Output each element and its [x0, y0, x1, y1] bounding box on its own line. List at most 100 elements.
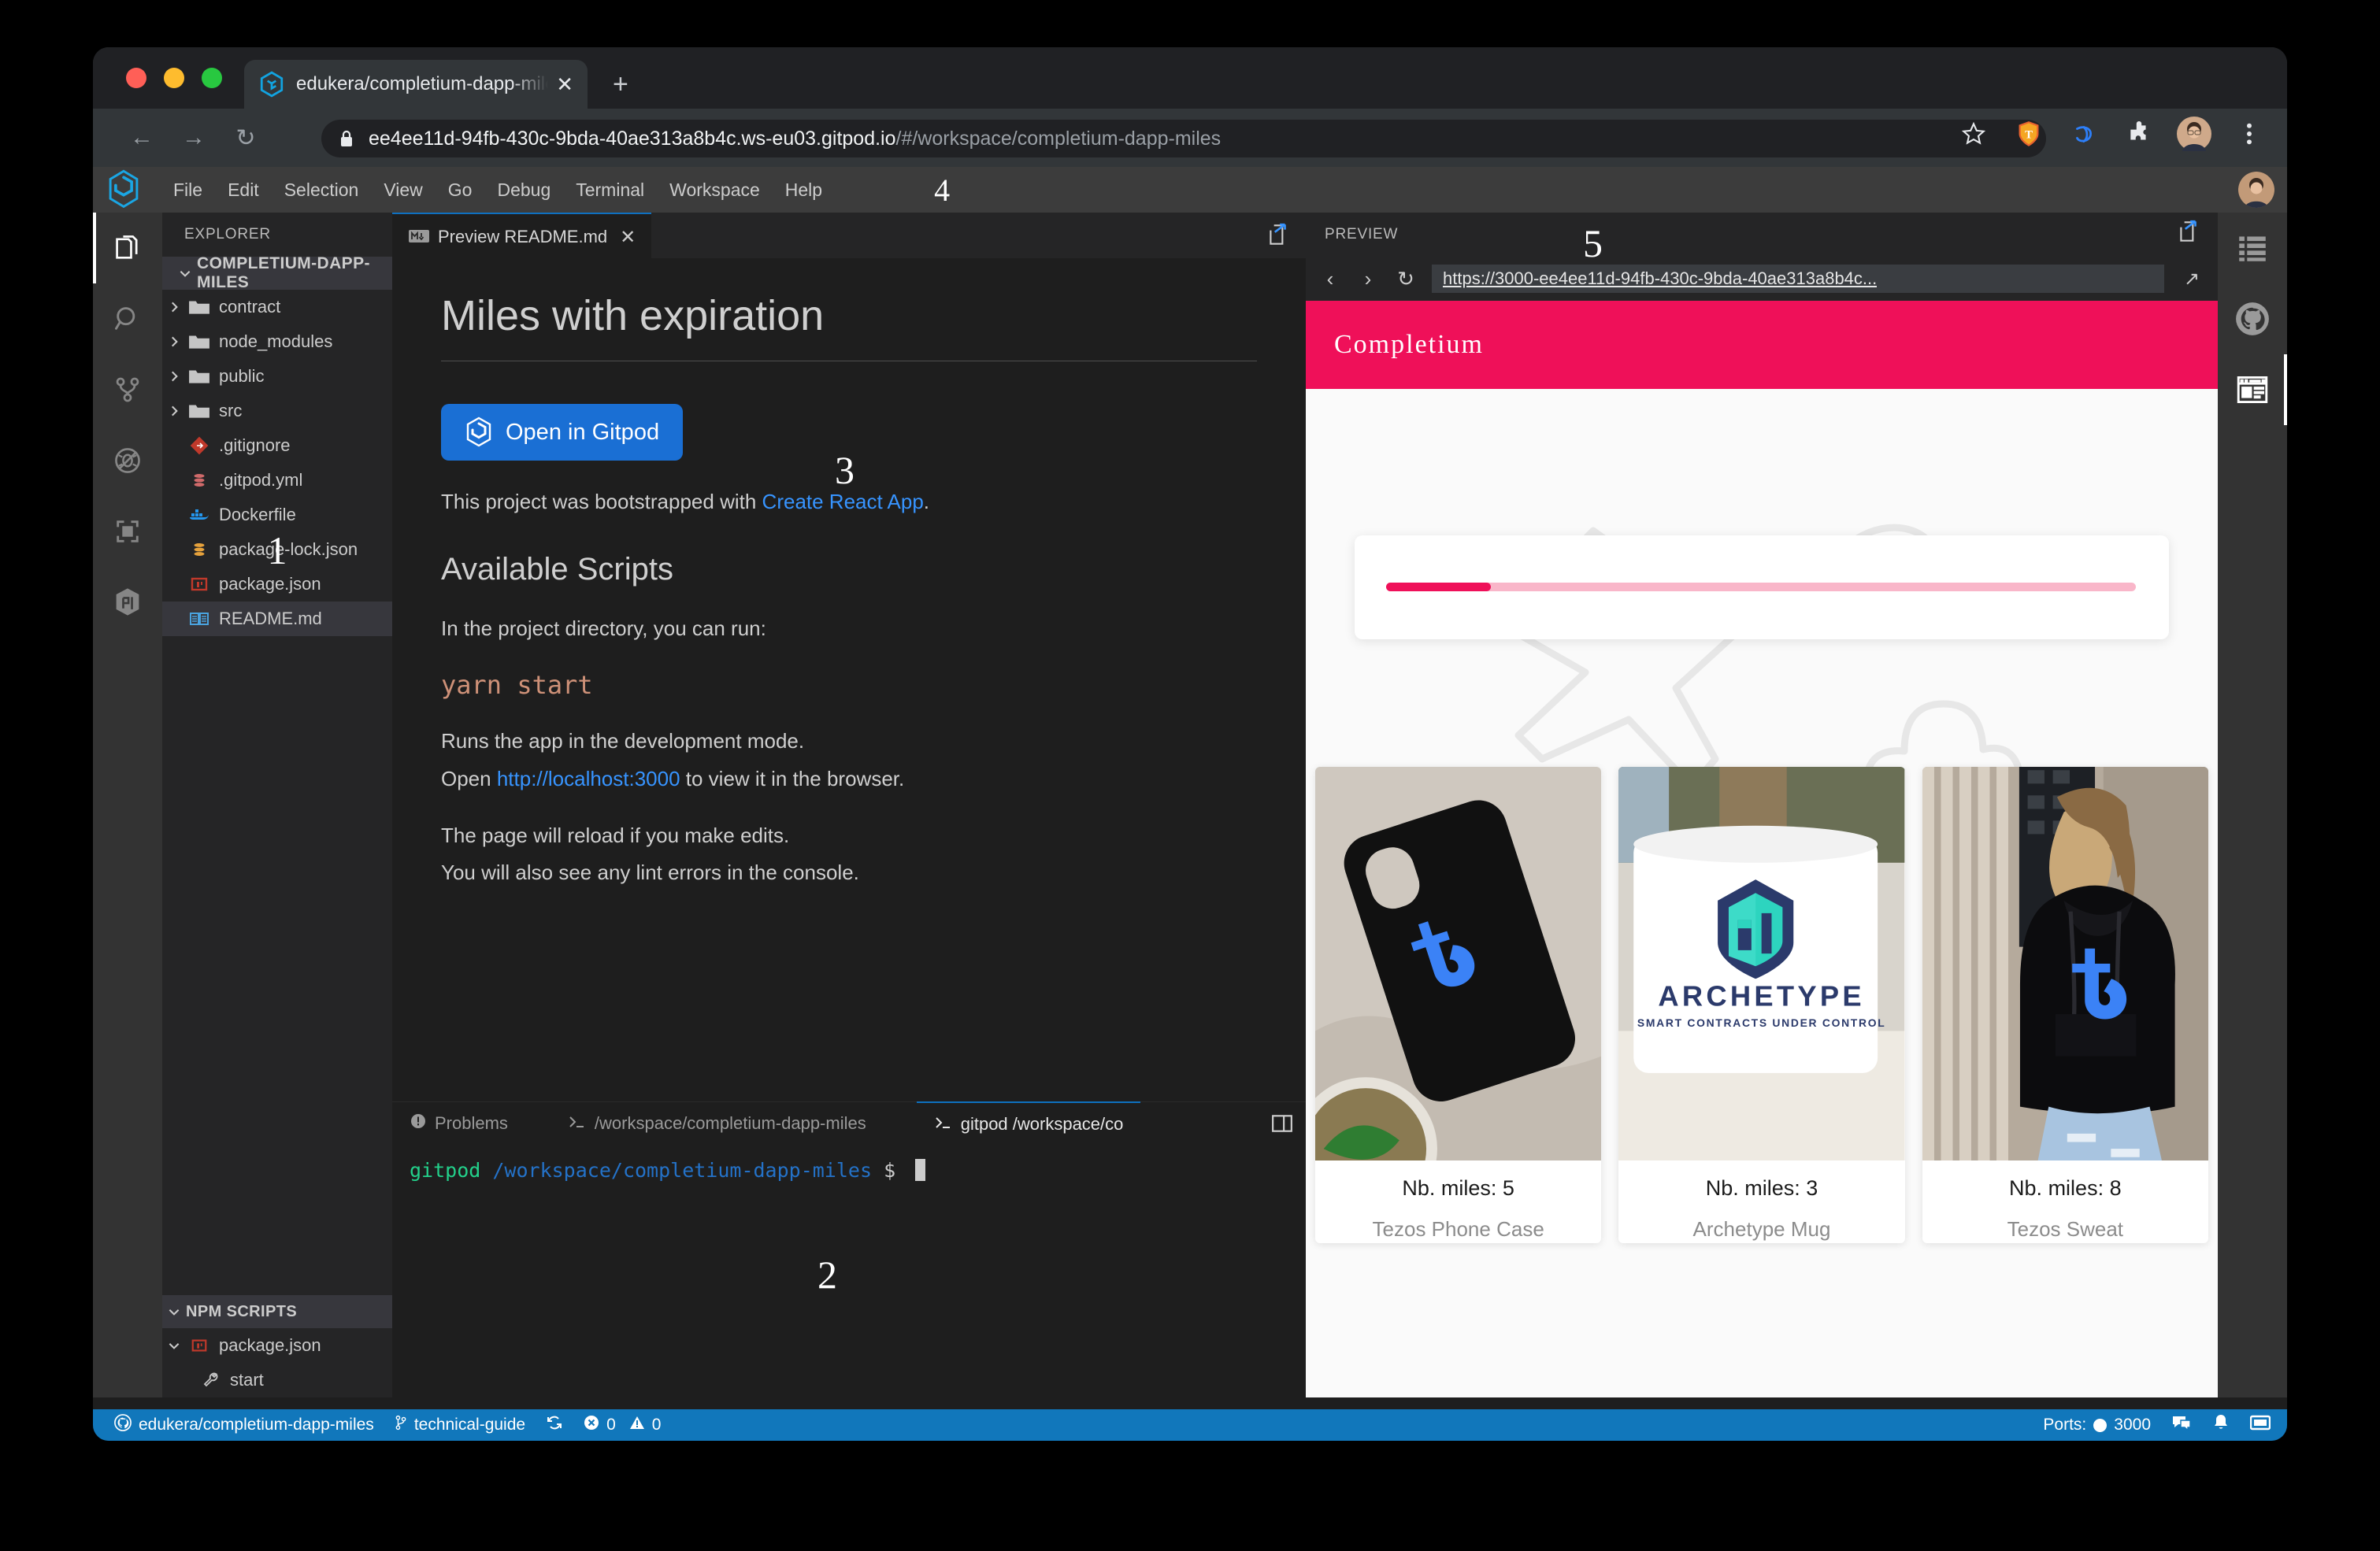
docker-icon — [186, 507, 213, 523]
terminal-prompt-symbol: $ — [884, 1159, 896, 1182]
progress-fill — [1386, 583, 1492, 591]
menu-help[interactable]: Help — [773, 175, 835, 205]
readme-intro-after: . — [923, 490, 930, 513]
menu-go[interactable]: Go — [436, 175, 485, 205]
close-window-button[interactable] — [126, 68, 146, 88]
preview-reload-button[interactable]: ↻ — [1394, 267, 1418, 291]
npm-scripts-title: NPM SCRIPTS — [186, 1302, 298, 1320]
preview-title: PREVIEW — [1325, 226, 1399, 242]
address-bar-url: ee4ee11d-94fb-430c-9bda-40ae313a8b4c.ws-… — [369, 128, 1221, 150]
shield-icon[interactable]: T — [2011, 117, 2046, 151]
readme-book-icon — [186, 610, 213, 627]
activity-source-control-icon[interactable] — [93, 354, 162, 425]
back-button[interactable]: ← — [121, 117, 162, 158]
forward-button[interactable]: → — [173, 117, 214, 158]
explorer-item-contract[interactable]: contract — [162, 290, 392, 324]
activity-run-debug-icon[interactable] — [93, 425, 162, 496]
bookmark-star-icon[interactable] — [1956, 117, 1991, 151]
explorer-root-label: COMPLETIUM-DAPP-MILES — [197, 254, 370, 291]
open-in-browser-icon[interactable] — [2177, 219, 2200, 249]
error-icon — [584, 1415, 599, 1435]
panel-tab-terminal-workspace[interactable]: /workspace/completium-dapp-miles — [551, 1102, 884, 1145]
terminal-prompt-line[interactable]: gitpod /workspace/completium-dapp-miles … — [392, 1145, 1306, 1182]
close-icon[interactable]: ✕ — [620, 226, 636, 249]
menu-workspace[interactable]: Workspace — [657, 175, 773, 205]
activity-outline-list-icon[interactable] — [2218, 213, 2287, 283]
preview-navbar: ‹ › ↻ https://3000-ee4ee11d-94fb-430c-9b… — [1306, 221, 2218, 301]
product-card[interactable]: Nb. miles: 8 Tezos Sweat — [1922, 767, 2208, 1243]
panel-tab-terminal-gitpod[interactable]: gitpod /workspace/co — [916, 1101, 1141, 1146]
gitpod-logo-icon[interactable] — [102, 168, 145, 211]
status-repo[interactable]: edukera/completium-dapp-miles — [104, 1409, 384, 1441]
menu-terminal[interactable]: Terminal — [563, 175, 657, 205]
new-tab-button[interactable]: + — [613, 71, 628, 98]
toolbar-icon-group: T — [1956, 117, 2267, 151]
user-avatar[interactable] — [2238, 172, 2274, 208]
menu-edit[interactable]: Edit — [215, 175, 272, 205]
explorer-item-node-modules[interactable]: node_modules — [162, 324, 392, 359]
status-layout[interactable] — [2240, 1409, 2281, 1441]
chevron-right-icon — [162, 300, 186, 314]
product-card[interactable]: Nb. miles: 5 Tezos Phone Case — [1315, 767, 1602, 1243]
readme-p3: Open http://localhost:3000 to view it in… — [441, 764, 1257, 794]
explorer-item-gitignore[interactable]: .gitignore — [162, 428, 392, 463]
chrome-menu-icon[interactable] — [2232, 117, 2267, 151]
npm-scripts-package[interactable]: package.json — [162, 1328, 392, 1363]
menu-selection[interactable]: Selection — [272, 175, 372, 205]
split-editor-icon[interactable] — [1266, 222, 1290, 251]
create-react-app-link[interactable]: Create React App — [762, 490, 924, 513]
svg-text:ARCHETYPE: ARCHETYPE — [1659, 979, 1866, 1012]
explorer-panel: EXPLORER COMPLETIUM-DAPP-MILES contract … — [162, 213, 392, 1397]
status-branch[interactable]: technical-guide — [384, 1409, 536, 1441]
product-card-list: Nb. miles: 5 Tezos Phone Case ARCHETYPE … — [1306, 767, 2218, 1243]
product-image — [1315, 767, 1602, 1160]
close-icon[interactable]: ✕ — [556, 74, 573, 94]
reload-button[interactable]: ↻ — [225, 117, 266, 158]
menu-file[interactable]: File — [161, 175, 215, 205]
readme-p1: In the project directory, you can run: — [441, 616, 766, 640]
status-ports[interactable]: Ports: 3000 — [2033, 1409, 2161, 1441]
panel-tab-problems[interactable]: Problems — [392, 1102, 525, 1145]
split-terminal-icon[interactable] — [1271, 1113, 1293, 1138]
preview-url-field[interactable]: https://3000-ee4ee11d-94fb-430c-9bda-40a… — [1432, 265, 2164, 293]
status-feedback[interactable] — [2161, 1409, 2202, 1441]
product-card[interactable]: ARCHETYPE SMART CONTRACTS UNDER CONTROL … — [1618, 767, 1905, 1243]
preview-forward-button[interactable]: › — [1356, 267, 1380, 291]
explorer-root-row[interactable]: COMPLETIUM-DAPP-MILES — [162, 254, 392, 291]
activity-search-icon[interactable] — [93, 283, 162, 354]
menu-view[interactable]: View — [371, 175, 435, 205]
puzzle-extensions-icon[interactable] — [2122, 117, 2156, 151]
browser-tab[interactable]: edukera/completium-dapp-miles ✕ — [244, 60, 588, 109]
extension-blue-icon[interactable] — [2067, 117, 2101, 151]
activity-explorer-files-icon[interactable] — [93, 213, 162, 283]
npm-scripts-header[interactable]: NPM SCRIPTS — [162, 1295, 392, 1328]
activity-github-icon[interactable] — [2218, 283, 2287, 354]
status-problems[interactable]: 0 0 — [573, 1409, 671, 1441]
explorer-item-src[interactable]: src — [162, 394, 392, 428]
address-bar[interactable]: ee4ee11d-94fb-430c-9bda-40ae313a8b4c.ws-… — [321, 120, 2046, 157]
open-in-gitpod-button[interactable]: Open in Gitpod — [441, 404, 684, 461]
npm-script-start[interactable]: start — [162, 1363, 392, 1397]
status-notifications[interactable] — [2202, 1409, 2240, 1441]
activity-remote-explorer-icon[interactable] — [93, 496, 162, 567]
minimize-window-button[interactable] — [164, 68, 184, 88]
explorer-item-label: .gitpod.yml — [219, 470, 303, 490]
activity-archetype-cube-icon[interactable] — [93, 567, 162, 638]
profile-avatar[interactable] — [2177, 117, 2211, 151]
editor-tab-preview-readme[interactable]: Preview README.md ✕ — [392, 213, 652, 260]
status-sync[interactable] — [536, 1409, 573, 1441]
explorer-item-readme[interactable]: README.md — [162, 602, 392, 636]
chevron-right-icon — [162, 369, 186, 383]
branch-icon — [395, 1415, 407, 1435]
localhost-link[interactable]: http://localhost:3000 — [497, 767, 680, 790]
maximize-window-button[interactable] — [202, 68, 222, 88]
status-error-count: 0 — [606, 1416, 616, 1434]
explorer-item-gitpod-yml[interactable]: .gitpod.yml — [162, 463, 392, 498]
wrench-icon — [197, 1371, 224, 1390]
activity-open-preview-icon[interactable] — [2218, 354, 2287, 425]
explorer-item-public[interactable]: public — [162, 359, 392, 394]
preview-open-external-icon[interactable]: ↗ — [2178, 268, 2205, 291]
preview-back-button[interactable]: ‹ — [1318, 267, 1342, 291]
menu-debug[interactable]: Debug — [484, 175, 563, 205]
overlay-number-4: 4 — [934, 172, 951, 208]
